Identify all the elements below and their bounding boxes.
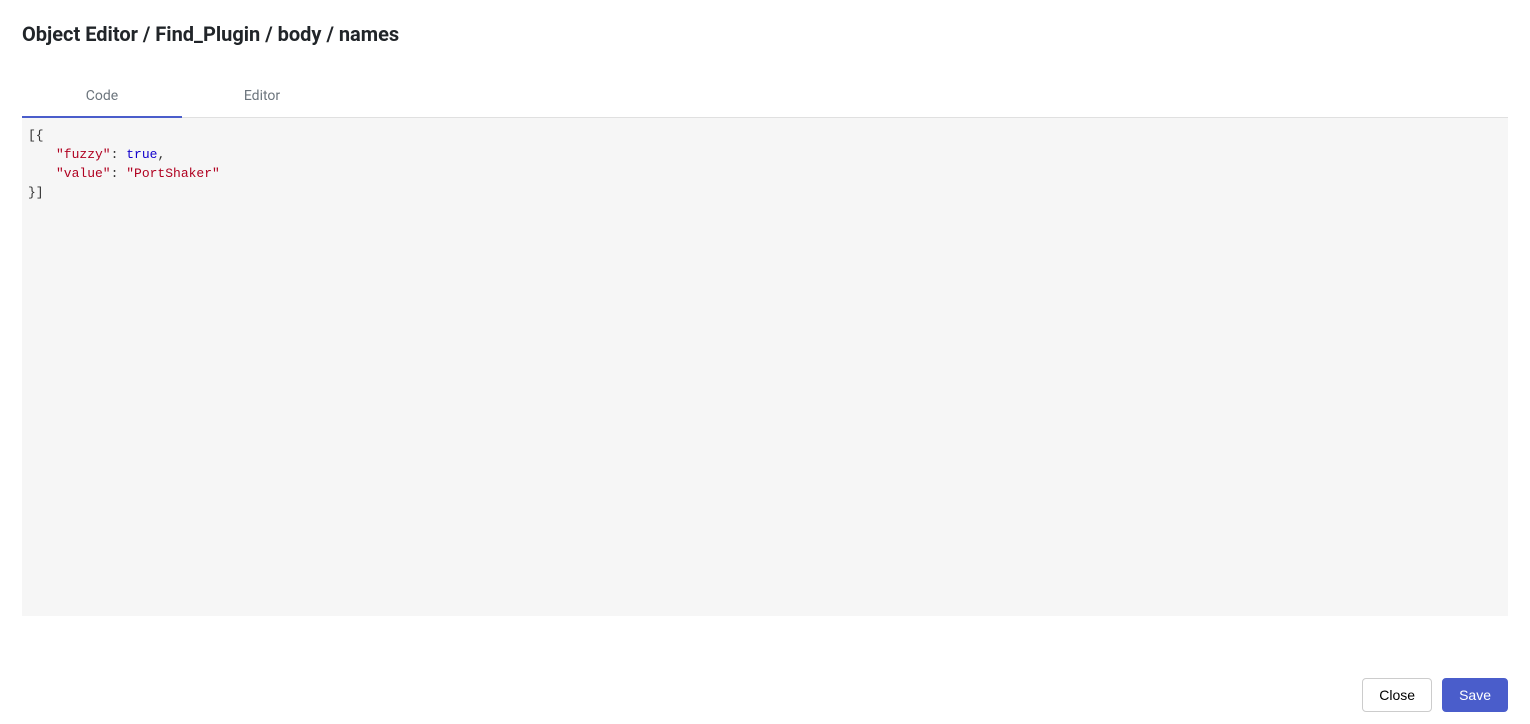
- tabs: Code Editor: [22, 76, 1508, 118]
- code-line-2: "fuzzy": true,: [28, 145, 1502, 164]
- tab-code-label: Code: [86, 88, 118, 104]
- code-line-4: }]: [28, 183, 1502, 202]
- save-button[interactable]: Save: [1442, 678, 1508, 712]
- breadcrumb: Object Editor / Find_Plugin / body / nam…: [22, 22, 1508, 46]
- footer: Close Save: [1362, 678, 1508, 712]
- code-line-3: "value": "PortShaker": [28, 164, 1502, 183]
- close-button[interactable]: Close: [1362, 678, 1432, 712]
- tab-code[interactable]: Code: [22, 76, 182, 118]
- code-editor[interactable]: [{"fuzzy": true,"value": "PortShaker"}]: [22, 118, 1508, 616]
- tab-editor-label: Editor: [244, 88, 280, 104]
- tab-editor[interactable]: Editor: [182, 76, 342, 117]
- code-line-1: [{: [28, 126, 1502, 145]
